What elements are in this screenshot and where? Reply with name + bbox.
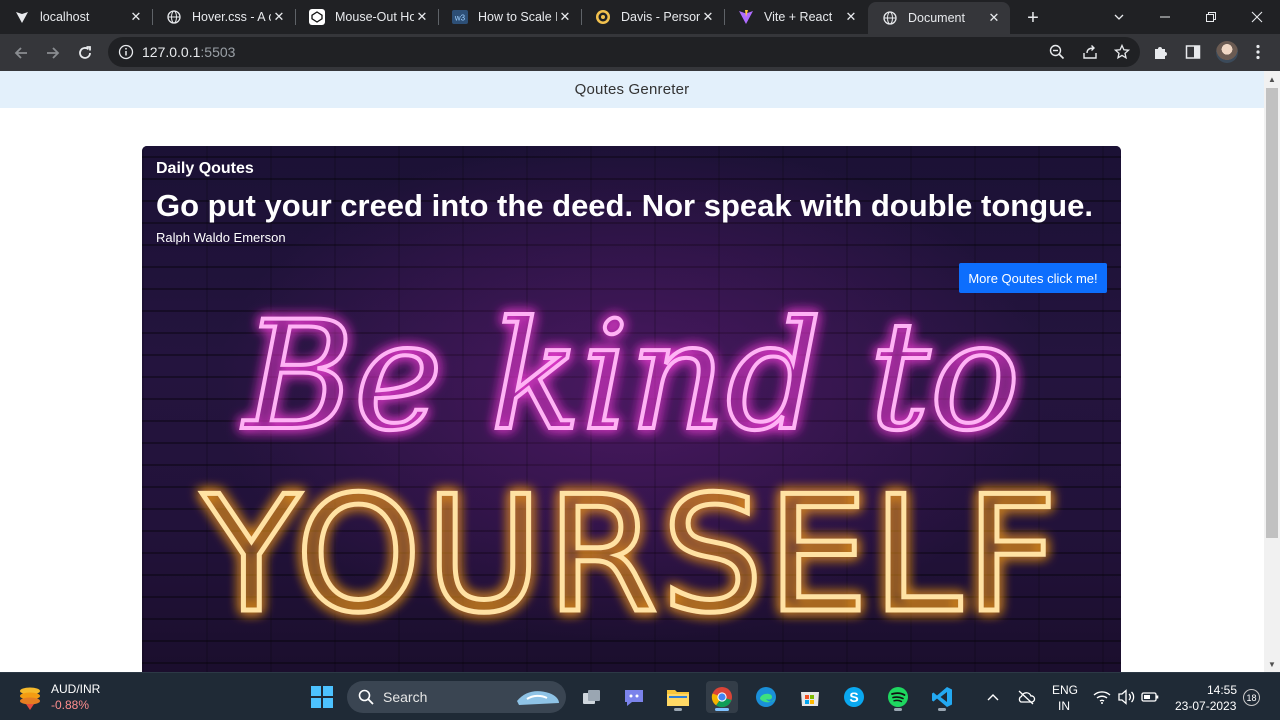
search-label: Search	[383, 689, 428, 705]
running-indicator	[938, 708, 946, 711]
show-hidden-icons-chevron-icon[interactable]	[983, 687, 1003, 707]
forward-arrow-icon[interactable]	[40, 40, 66, 66]
tab-title: How to Scale Ir	[478, 10, 557, 24]
card-title: Daily Qoutes	[156, 160, 254, 177]
card-body: Daily Qoutes Go put your creed into the …	[156, 160, 1107, 245]
codepen-icon	[309, 9, 325, 25]
more-menu-icon[interactable]	[1248, 42, 1268, 62]
close-icon[interactable]: ✕	[414, 9, 430, 25]
tab-title: Vite + React	[764, 10, 833, 24]
browser-tab-5[interactable]: Davis - Persona ✕	[581, 4, 724, 30]
neon-text-line1: Be kind to	[241, 290, 1020, 464]
scroll-up-arrow-icon[interactable]: ▲	[1264, 71, 1280, 87]
teams-chat-icon[interactable]	[618, 681, 650, 713]
svg-text:S: S	[849, 689, 858, 705]
vite-logo-icon	[738, 9, 754, 25]
address-url: 127.0.0.1:5503	[142, 44, 235, 60]
address-port: :5503	[200, 44, 236, 60]
side-panel-icon[interactable]	[1183, 42, 1203, 62]
neon-text-line2: YOURSELF	[201, 461, 1061, 648]
tab-title: localhost	[40, 10, 90, 24]
close-icon[interactable]: ✕	[128, 9, 144, 25]
chrome-icon[interactable]	[706, 681, 738, 713]
tab-title: Mouse-Out Ho	[335, 10, 414, 24]
page-navbar: Qoutes Genreter	[0, 71, 1264, 108]
running-indicator	[674, 708, 682, 711]
page-viewport: Qoutes Genreter Be kind to YOURSELF Dail…	[0, 71, 1264, 672]
tab-title: Document	[908, 11, 965, 25]
w3schools-icon: w3	[452, 9, 468, 25]
close-icon[interactable]: ✕	[700, 9, 716, 25]
close-icon[interactable]: ✕	[986, 10, 1002, 26]
site-info-icon[interactable]	[118, 44, 134, 60]
scroll-down-arrow-icon[interactable]: ▼	[1264, 656, 1280, 672]
restore-icon[interactable]	[1188, 0, 1234, 34]
more-quotes-button[interactable]: More Qoutes click me!	[959, 263, 1107, 293]
quote-card: Be kind to YOURSELF Daily Qoutes Go put …	[142, 146, 1121, 672]
tab-title: Davis - Persona	[621, 10, 700, 24]
profile-avatar[interactable]	[1216, 41, 1238, 63]
taskbar-search[interactable]: Search	[347, 681, 566, 713]
volume-icon[interactable]	[1116, 687, 1136, 707]
back-arrow-icon[interactable]	[8, 40, 34, 66]
widget-currency-pair[interactable]: AUD/INR	[51, 682, 100, 696]
skype-icon[interactable]: S	[838, 681, 870, 713]
notification-badge[interactable]: 18	[1243, 689, 1260, 706]
search-icon	[358, 689, 374, 705]
page-scrollbar[interactable]: ▲ ▼	[1264, 71, 1280, 672]
onedrive-offline-icon[interactable]	[1016, 687, 1036, 707]
browser-tab-1[interactable]: localhost ✕	[0, 4, 152, 30]
language-indicator[interactable]: ENG	[1052, 683, 1078, 697]
clock-time[interactable]: 14:55	[1207, 683, 1237, 697]
wifi-icon[interactable]	[1092, 687, 1112, 707]
navbar-brand[interactable]: Qoutes Genreter	[575, 81, 690, 98]
browser-tab-6[interactable]: Vite + React ✕	[724, 4, 867, 30]
file-explorer-icon[interactable]	[662, 681, 694, 713]
close-window-icon[interactable]	[1234, 0, 1280, 34]
scrollbar-thumb[interactable]	[1266, 88, 1278, 538]
globe-icon	[882, 10, 898, 26]
windows-start-icon[interactable]	[306, 681, 338, 713]
running-indicator	[894, 708, 902, 711]
edge-icon[interactable]	[750, 681, 782, 713]
tab-search-chevron-icon[interactable]	[1096, 0, 1142, 34]
close-icon[interactable]: ✕	[843, 9, 859, 25]
browser-tab-strip: localhost ✕ Hover.css - A c ✕ Mouse-Out …	[0, 0, 1280, 34]
portfolio-icon	[595, 9, 611, 25]
browser-toolbar: 127.0.0.1:5503	[0, 34, 1280, 71]
reload-icon[interactable]	[72, 40, 98, 66]
region-indicator: IN	[1058, 699, 1070, 713]
minimize-icon[interactable]	[1142, 0, 1188, 34]
quote-author: Ralph Waldo Emerson	[156, 230, 286, 245]
browser-tab-active[interactable]: Document ✕	[868, 2, 1010, 34]
extensions-puzzle-icon[interactable]	[1151, 42, 1171, 62]
bookmark-star-icon[interactable]	[1114, 44, 1130, 60]
search-highlight-art	[517, 691, 559, 705]
new-tab-plus-icon[interactable]: +	[1021, 6, 1045, 30]
quote-text: Go put your creed into the deed. Nor spe…	[156, 188, 1093, 223]
close-icon[interactable]: ✕	[557, 9, 573, 25]
close-icon[interactable]: ✕	[271, 9, 287, 25]
tab-title: Hover.css - A c	[192, 10, 271, 24]
browser-tab-2[interactable]: Hover.css - A c ✕	[152, 4, 295, 30]
share-icon[interactable]	[1082, 44, 1098, 60]
vscode-icon[interactable]	[926, 681, 958, 713]
battery-icon[interactable]	[1140, 687, 1160, 707]
currency-widget-icon[interactable]	[16, 683, 44, 711]
running-indicator	[715, 708, 729, 711]
task-view-icon[interactable]	[576, 681, 608, 713]
address-host: 127.0.0.1	[142, 44, 201, 60]
browser-tab-4[interactable]: w3 How to Scale Ir ✕	[438, 4, 581, 30]
microsoft-store-icon[interactable]	[794, 681, 826, 713]
address-bar[interactable]: 127.0.0.1:5503	[108, 37, 1140, 67]
widget-currency-change: -0.88%	[51, 698, 90, 712]
spotify-icon[interactable]	[882, 681, 914, 713]
windows-taskbar: AUD/INR -0.88% Search S ENG IN 14:55 23-…	[0, 672, 1280, 720]
zoom-out-icon[interactable]	[1049, 44, 1065, 60]
browser-tab-3[interactable]: Mouse-Out Ho ✕	[295, 4, 438, 30]
clock-date: 23-07-2023	[1175, 699, 1237, 713]
globe-icon	[166, 9, 182, 25]
svg-text:w3: w3	[454, 14, 466, 23]
vite-logo-icon	[14, 9, 30, 25]
